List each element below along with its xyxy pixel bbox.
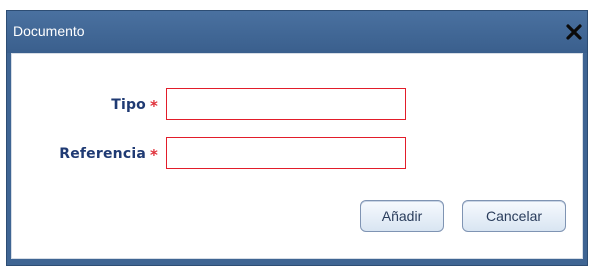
add-button[interactable]: Añadir: [360, 200, 444, 232]
close-icon[interactable]: [565, 23, 583, 41]
cancel-button[interactable]: Cancelar: [462, 200, 566, 232]
tipo-required-marker: *: [150, 97, 158, 115]
tipo-label: Tipo: [111, 97, 146, 113]
referencia-label: Referencia: [59, 146, 146, 162]
dialog-titlebar[interactable]: Documento: [7, 11, 587, 53]
referencia-input[interactable]: [166, 137, 406, 169]
referencia-required-marker: *: [150, 146, 158, 164]
document-dialog: Documento Tipo * Referencia * Añadir Can…: [6, 10, 588, 266]
tipo-input[interactable]: [166, 88, 406, 120]
dialog-content: Tipo * Referencia * Añadir Cancelar: [11, 53, 583, 259]
dialog-title: Documento: [13, 23, 85, 39]
